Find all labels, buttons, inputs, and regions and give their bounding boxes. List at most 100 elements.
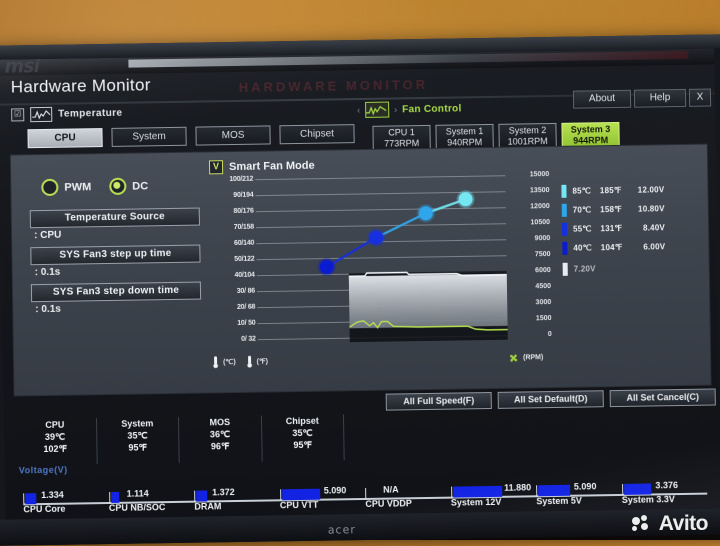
voltage-value: 1.114: [126, 488, 149, 499]
legend-fahrenheit: 104℉: [600, 242, 623, 253]
all-full-speed-button[interactable]: All Full Speed(F): [385, 391, 492, 411]
voltage-bar: [452, 485, 503, 498]
legend-fahrenheit: 131℉: [600, 223, 623, 234]
readout-cpu-fahrenheit: 102℉: [43, 443, 68, 455]
field-step-down-time: SYS Fan3 step down time : 0.1s: [30, 281, 202, 316]
screen-watermark: HARDWARE MONITOR: [238, 76, 429, 95]
voltage-item: 1.334 CPU Core: [23, 478, 103, 515]
y-axis-right-tick: 4500: [535, 283, 552, 291]
all-set-cancel-button[interactable]: All Set Cancel(C): [609, 388, 716, 408]
legend-celsius: 40℃: [573, 243, 592, 253]
voltage-name: System 3.3V: [621, 494, 675, 505]
voltage-name: CPU VTT: [279, 499, 319, 511]
step-down-time-button[interactable]: SYS Fan3 step down time: [30, 281, 202, 303]
voltage-value: 3.376: [655, 480, 679, 491]
close-button[interactable]: X: [688, 88, 712, 107]
legend-voltage: 12.00V: [637, 185, 665, 195]
help-button[interactable]: Help: [633, 88, 687, 108]
voltage-value: N/A: [383, 484, 399, 495]
fan-tab-system-3-name: System 3: [570, 124, 611, 135]
voltage-bar: [25, 493, 37, 505]
y-axis-right-tick: 10500: [530, 219, 551, 227]
legend-extra-voltage: 7.20V: [573, 264, 596, 274]
y-axis-left-tick: 0/ 32: [241, 335, 256, 343]
breadcrumb-prev-arrow[interactable]: ‹: [357, 105, 360, 115]
plot-wrapper: 100/212 90/194 80/176 70/158 60/140 50/122 40/…: [209, 169, 694, 369]
voltage-bar: [196, 490, 208, 502]
temperature-tabs: CPU System MOS Chipset: [27, 124, 355, 149]
monitor: acer msi Hardware Monitor HARDWARE MONIT…: [0, 34, 720, 546]
monitor-screen: msi Hardware Monitor HARDWARE MONITOR ☑ …: [0, 48, 720, 520]
voltage-item: 3.376 System 3.3V: [621, 469, 701, 506]
step-down-time-value: : 0.1s: [35, 303, 61, 316]
voltage-name: CPU VDDP: [365, 498, 412, 509]
avito-watermark-text: Avito: [658, 512, 709, 535]
voltage-item: N/A CPU VDDP: [365, 473, 445, 510]
acer-logo: acer: [327, 523, 356, 537]
legend-voltage: 8.40V: [642, 223, 666, 233]
smart-fan-mode-checkbox[interactable]: V: [208, 160, 224, 175]
y-axis-right-tick: 1500: [535, 315, 552, 323]
radio-pwm[interactable]: PWM: [41, 178, 91, 197]
y-axis-right-tick: 15000: [529, 171, 550, 179]
step-up-time-button[interactable]: SYS Fan3 step up time: [30, 244, 201, 266]
legend-color-swatch: [562, 262, 568, 276]
y-axis-left-ticks: 100/212 90/194 80/176 70/158 60/140 50/122 40/…: [209, 176, 256, 345]
y-axis-left-tick: 20/ 68: [236, 303, 256, 311]
temperature-checkbox[interactable]: ☑: [11, 108, 25, 122]
legend-text: 40℃ 104℉ 6.00V: [573, 242, 665, 252]
fan-control-panel: PWM DC Temperature Source : CPU SYS Fan3…: [9, 143, 712, 397]
celsius-axis: (℃): [212, 356, 236, 369]
thermometer-icon: [246, 355, 252, 368]
radio-pwm-dot: [41, 178, 59, 197]
legend-fahrenheit: 158℉: [600, 204, 623, 215]
action-buttons-row: All Full Speed(F) All Set Default(D) All…: [385, 388, 716, 411]
legend-text: 55℃ 131℉ 8.40V: [573, 223, 665, 233]
temperature-graph-icon: [30, 106, 53, 123]
avito-watermark: Avito: [631, 512, 709, 536]
all-set-default-button[interactable]: All Set Default(D): [497, 390, 604, 409]
field-temperature-source: Temperature Source : CPU: [29, 207, 200, 242]
voltage-name: CPU Core: [23, 503, 66, 515]
bottom-temperature-readouts: CPU 39℃ 102℉ System 35℃ 95℉ MOS 36℃ 96℉ …: [13, 414, 345, 466]
tab-cpu[interactable]: CPU: [27, 128, 103, 149]
radio-dc[interactable]: DC: [109, 177, 148, 195]
y-axis-left-tick: 10/ 50: [237, 319, 256, 327]
tab-chipset[interactable]: Chipset: [279, 124, 355, 145]
fan-mode-radio-group: PWM DC: [41, 177, 199, 197]
voltage-item: 1.372 DRAM: [194, 475, 274, 512]
y-axis-right-tick: 12000: [530, 203, 550, 211]
avito-logo-icon: [631, 515, 654, 533]
legend-celsius: 85℃: [572, 186, 592, 196]
y-axis-left-tick: 90/194: [233, 191, 254, 200]
readout-mos: MOS 36℃ 96℉: [178, 415, 263, 463]
celsius-axis-label: (℃): [223, 358, 236, 367]
fan-settings-column: PWM DC Temperature Source : CPU SYS Fan3…: [29, 171, 202, 322]
readout-chipset-fahrenheit: 95℉: [293, 439, 313, 451]
voltage-item: 5.090 CPU VTT: [279, 474, 359, 511]
legend-row: 85℃ 185℉ 12.00V: [561, 183, 691, 198]
temperature-source-button[interactable]: Temperature Source: [29, 207, 200, 229]
tab-mos[interactable]: MOS: [195, 125, 271, 146]
voltage-item: 1.114 CPU NB/SOC: [108, 477, 188, 514]
rpm-axis-row: (RPM): [508, 352, 543, 364]
voltage-value: 5.090: [573, 481, 597, 492]
temperature-section-label: Temperature: [58, 107, 123, 120]
breadcrumb-next-arrow[interactable]: ›: [394, 104, 397, 114]
legend-row: 40℃ 104℉ 6.00V: [562, 240, 692, 255]
fan-curve-svg[interactable]: [255, 172, 508, 344]
radio-dc-label: DC: [132, 179, 149, 193]
fan-control-label: Fan Control: [402, 102, 462, 115]
readout-mos-fahrenheit: 96℉: [210, 441, 230, 452]
tab-system[interactable]: System: [111, 126, 187, 147]
readout-cpu: CPU 39℃ 102℉: [13, 418, 98, 466]
y-axis-right-tick: 6000: [535, 267, 551, 275]
y-axis-right-tick: 7500: [534, 251, 551, 259]
radio-dc-dot: [109, 177, 127, 195]
y-axis-left-tick: 30/ 86: [236, 287, 256, 295]
legend-color-swatch: [561, 203, 567, 217]
voltage-bar: [623, 483, 652, 495]
plot-area[interactable]: [255, 172, 508, 344]
fan-graph-icon: [365, 101, 390, 118]
about-button[interactable]: About: [572, 89, 632, 109]
